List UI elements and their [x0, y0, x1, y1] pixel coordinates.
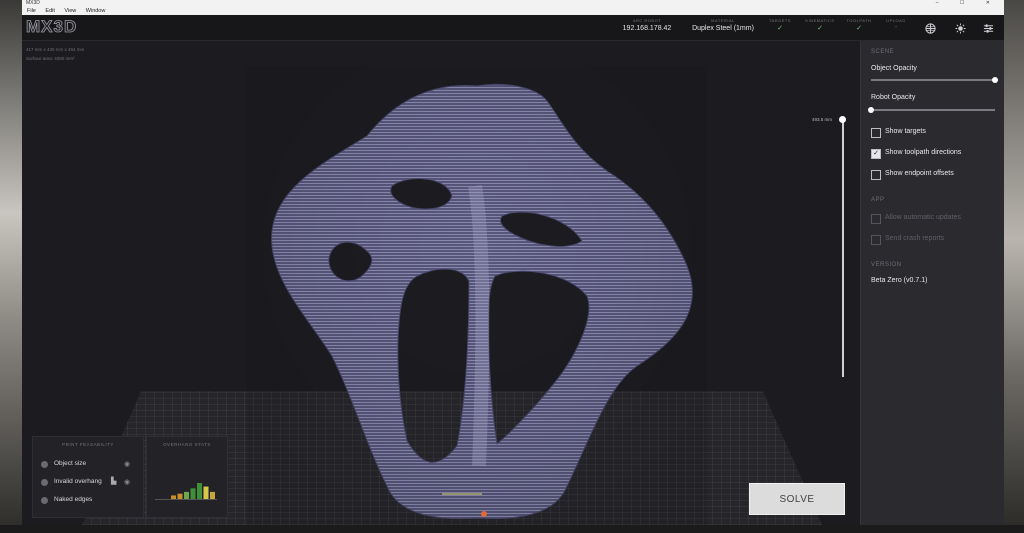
version-value: Beta Zero (v0.7.1) — [871, 277, 928, 284]
histogram-bar — [210, 491, 215, 499]
overhang-stats-panel: OVERHANG STATS — [146, 436, 228, 518]
window-controls[interactable]: – ☐ ✕ — [936, 0, 1000, 7]
sun-icon[interactable] — [952, 20, 968, 36]
histogram-bar — [190, 488, 196, 499]
status-dot — [41, 461, 48, 468]
send-crash-reports-label[interactable]: Send crash reports — [885, 235, 944, 242]
height-slider-track[interactable] — [842, 119, 844, 377]
show-targets-checkbox[interactable] — [871, 128, 881, 138]
menu-window[interactable]: Window — [86, 8, 106, 14]
histogram-bar — [171, 495, 176, 499]
feasibility-naked-edges[interactable]: Naked edges — [39, 495, 139, 507]
toolpath-check-icon: ✓ — [856, 25, 862, 32]
3d-model-node[interactable] — [247, 66, 707, 525]
histogram-bar — [177, 493, 183, 499]
feasibility-object-size[interactable]: Object size ◉ — [39, 459, 139, 471]
kinematics-status[interactable]: KINEMATICS ✓ — [800, 18, 840, 38]
upload-status[interactable]: UPLOAD - — [880, 18, 912, 38]
menu-edit[interactable]: Edit — [45, 8, 54, 14]
histogram-bar — [203, 486, 209, 499]
sliders-icon[interactable] — [980, 20, 996, 36]
photo-background-left — [0, 0, 22, 533]
show-targets-label[interactable]: Show targets — [885, 128, 926, 135]
show-toolpath-directions-checkbox[interactable]: ✓ — [871, 149, 881, 159]
show-endpoint-offsets-label[interactable]: Show endpoint offsets — [885, 170, 954, 177]
eye-icon[interactable]: ◉ — [124, 460, 130, 468]
allow-updates-label[interactable]: Allow automatic updates — [885, 214, 961, 221]
mx3d-logo: MX3D — [26, 17, 78, 37]
model-dimensions: 417 mm x 430 mm x 494 mm — [26, 47, 85, 52]
overhang-histogram — [155, 483, 217, 500]
kinematics-label: KINEMATICS — [805, 18, 835, 23]
app-header: MX3D ARC ROBOT 192.168.178.42 MATERIAL D… — [22, 15, 1004, 41]
scene-section-title: SCENE — [871, 49, 895, 55]
solve-button[interactable]: SOLVE — [749, 483, 845, 515]
model-info: 417 mm x 430 mm x 494 mm Surface area: 4… — [26, 45, 84, 63]
toolpath-status[interactable]: TOOLPATH ✓ — [842, 18, 876, 38]
robot-ip-status: ARC ROBOT 192.168.178.42 — [612, 18, 682, 38]
window-title: MX3D — [26, 0, 40, 6]
status-dot — [41, 479, 48, 486]
show-toolpath-directions-label[interactable]: Show toolpath directions — [885, 149, 961, 156]
globe-icon[interactable] — [922, 20, 938, 36]
targets-check-icon: ✓ — [777, 25, 783, 32]
material-value: Duplex Steel (1mm) — [692, 25, 754, 32]
model-surface-area: Surface area: 4080 mm² — [26, 56, 75, 61]
robot-ip-label: ARC ROBOT — [632, 18, 662, 23]
print-feasibility-panel: PRINT FEASABILITY Object size ◉ Invalid … — [32, 436, 144, 518]
app-window: MX3D – ☐ ✕ File Edit View Window MX3D AR… — [22, 0, 1004, 525]
monitor-bezel — [0, 525, 1024, 533]
material-label: MATERIAL — [711, 18, 735, 23]
status-dot — [41, 497, 48, 504]
targets-label: TARGETS — [768, 18, 792, 23]
eye-icon[interactable]: ◉ — [124, 478, 130, 486]
feasibility-invalid-overhang[interactable]: Invalid overhang ▙ ◉ — [39, 477, 139, 489]
version-section-title: VERSION — [871, 262, 902, 268]
targets-status[interactable]: TARGETS ✓ — [762, 18, 798, 38]
robot-ip-value: 192.168.178.42 — [622, 25, 672, 32]
object-opacity-handle[interactable] — [992, 77, 998, 83]
photo-background-right — [1004, 0, 1024, 533]
object-opacity-label: Object Opacity — [871, 65, 917, 72]
histogram-bar — [184, 491, 189, 499]
print-feasibility-title: PRINT FEASABILITY — [62, 442, 114, 447]
toolpath-label: TOOLPATH — [846, 18, 872, 23]
kinematics-check-icon: ✓ — [817, 25, 823, 32]
robot-opacity-label: Robot Opacity — [871, 94, 916, 101]
menu-view[interactable]: View — [64, 8, 76, 14]
menu-file[interactable]: File — [27, 8, 36, 14]
app-section-title: APP — [871, 197, 885, 203]
upload-label: UPLOAD — [886, 18, 906, 23]
settings-sidebar: SCENE Object Opacity Robot Opacity Show … — [860, 41, 1004, 525]
show-endpoint-offsets-checkbox[interactable] — [871, 170, 881, 180]
height-value: 493.5 mm — [812, 117, 833, 122]
upload-pending-icon: - — [894, 24, 898, 31]
title-bar: MX3D – ☐ ✕ — [22, 0, 1004, 7]
send-crash-reports-checkbox[interactable] — [871, 235, 881, 245]
feasibility-label: Naked edges — [54, 496, 93, 503]
bar-chart-icon[interactable]: ▙ — [111, 477, 116, 485]
feasibility-label: Object size — [54, 460, 87, 467]
object-opacity-slider[interactable] — [871, 79, 995, 81]
3d-viewport[interactable]: 417 mm x 430 mm x 494 mm Surface area: 4… — [22, 41, 860, 525]
height-slider-handle[interactable] — [839, 116, 846, 123]
robot-opacity-slider[interactable] — [871, 109, 995, 111]
histogram-bar — [197, 483, 202, 499]
feasibility-label: Invalid overhang — [54, 478, 102, 485]
allow-updates-checkbox[interactable] — [871, 214, 881, 224]
robot-opacity-handle[interactable] — [868, 107, 874, 113]
material-status[interactable]: MATERIAL Duplex Steel (1mm) — [687, 18, 759, 38]
overhang-stats-title: OVERHANG STATS — [163, 442, 211, 447]
